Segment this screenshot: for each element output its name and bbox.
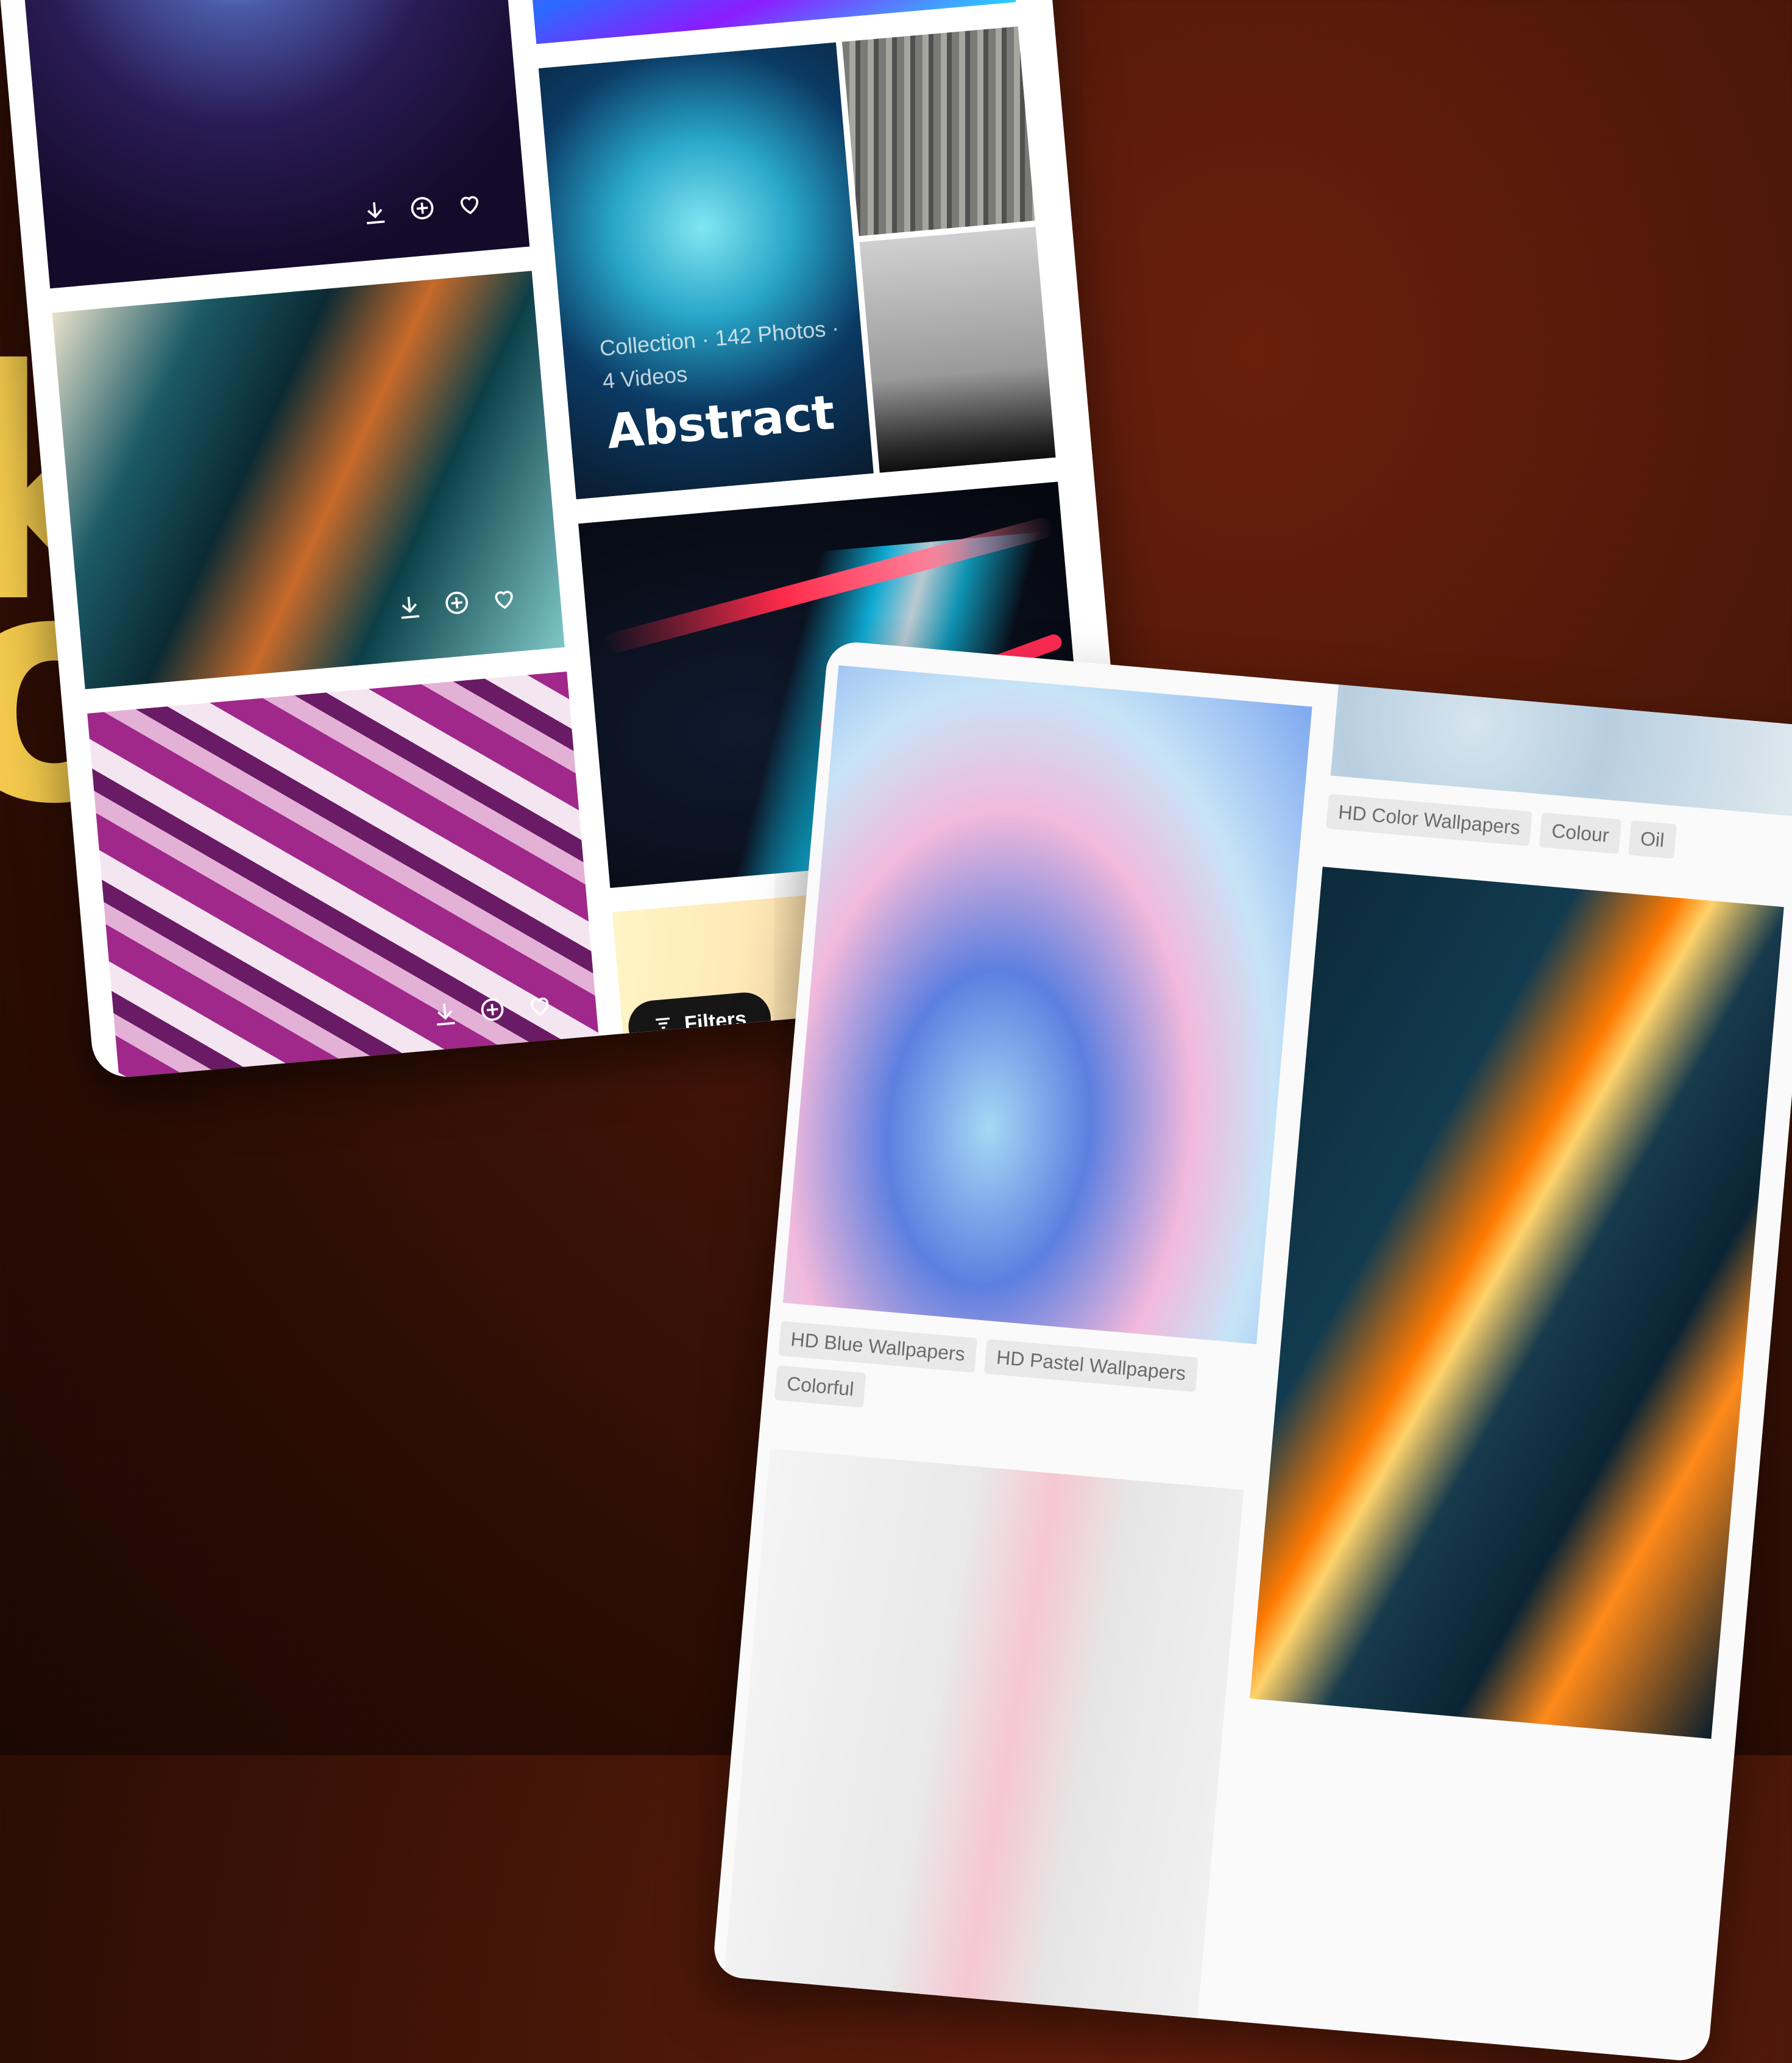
wallpaper-image[interactable] [1330,648,1792,816]
filter-icon [652,1012,675,1040]
add-circle-icon[interactable] [408,194,437,226]
tag-list: HD Blue Wallpapers HD Pastel Wallpapers … [774,1321,1255,1441]
tag-chip[interactable]: HD Blue Wallpapers [778,1321,978,1373]
download-icon[interactable] [395,592,424,625]
heart-icon[interactable] [525,991,554,1023]
photo-actions [431,991,555,1031]
wallpaper-image[interactable] [782,665,1312,1344]
tag-chip[interactable]: Oil [1627,820,1677,859]
wallpaper-grid-panel: HD Color Wallpapers Colour Oil HD Blue W… [712,640,1792,2063]
photo-tile[interactable] [87,671,601,1080]
photo-actions [395,584,519,625]
tag-chip[interactable]: HD Pastel Wallpapers [983,1339,1199,1393]
photo-tile[interactable] [52,271,565,689]
add-circle-icon[interactable] [478,995,507,1028]
tag-chip[interactable]: Colorful [774,1365,866,1408]
collection-thumbnail [841,26,1035,236]
add-circle-icon[interactable] [442,588,472,620]
tag-chip[interactable]: Colour [1539,812,1621,854]
download-icon[interactable] [360,198,389,230]
download-icon[interactable] [431,1000,460,1032]
filters-label: Filters [683,1006,748,1035]
heart-icon[interactable] [455,190,484,222]
collection-thumbnail [859,227,1056,473]
photo-tile[interactable] [7,0,530,289]
collection-card[interactable]: Collection · 142 Photos · 4 Videos Abstr… [538,26,1056,500]
photo-actions [360,190,484,230]
wallpaper-image[interactable] [722,1448,1244,2037]
wallpaper-image[interactable] [1250,867,1784,1739]
heart-icon[interactable] [490,584,519,617]
tag-chip[interactable]: HD Color Wallpapers [1326,794,1533,847]
